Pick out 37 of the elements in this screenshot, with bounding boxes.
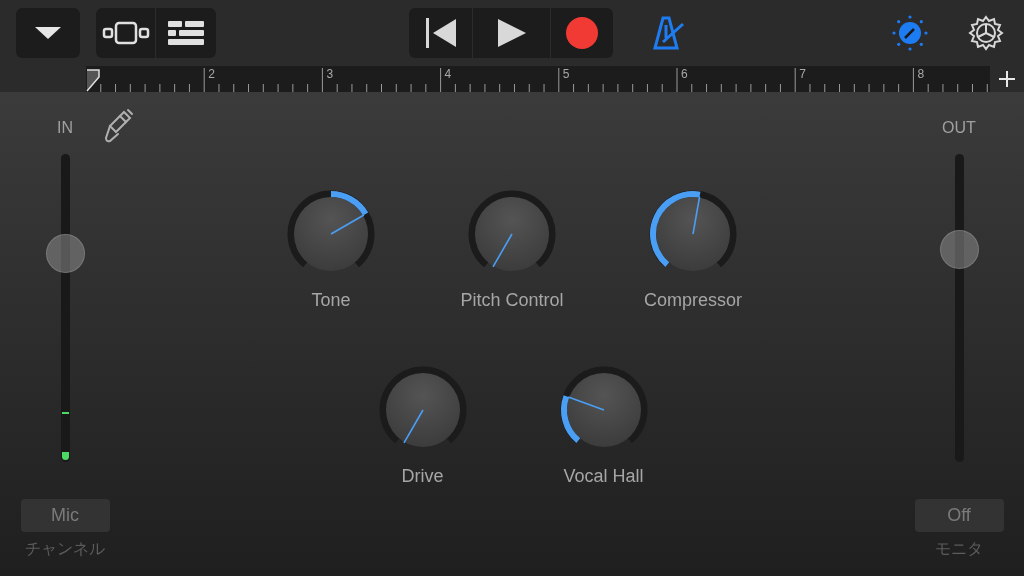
input-source-button[interactable]: Mic (20, 499, 110, 532)
input-slider[interactable] (44, 154, 86, 462)
settings-icon (968, 15, 1004, 51)
bar-number: 3 (326, 67, 334, 81)
skip-back-icon (424, 18, 457, 48)
bar-number: 4 (444, 67, 452, 81)
output-label: OUT (942, 118, 976, 138)
input-caption: チャンネル (25, 538, 105, 560)
slider-thumb[interactable] (45, 233, 85, 273)
playhead-marker-icon (86, 69, 100, 92)
knob-icon (892, 15, 928, 51)
plus-icon (998, 70, 1016, 88)
knob-label: Drive (401, 465, 444, 487)
monitor-caption: モニタ (935, 538, 983, 560)
play-icon (496, 18, 527, 48)
single-view-icon (101, 21, 150, 45)
output-slider[interactable] (938, 154, 980, 462)
knob-label: Compressor (644, 289, 742, 311)
timeline-ruler[interactable]: 2 3 4 5 6 7 8 (86, 66, 990, 92)
bar-number: 8 (917, 67, 925, 81)
meter-level-mark (61, 452, 69, 460)
record-icon (566, 17, 598, 49)
input-label: IN (57, 118, 73, 138)
metronome-icon (653, 16, 685, 50)
monitor-button[interactable]: Off (914, 499, 1004, 532)
bar-number: 7 (799, 67, 806, 81)
caret-down-icon (34, 26, 62, 40)
knob-label: Vocal Hall (563, 465, 644, 487)
bar-number: 6 (681, 67, 688, 81)
bar-number: 5 (562, 67, 570, 81)
track-menu-button[interactable] (16, 8, 80, 58)
meter-peak-mark (61, 412, 69, 414)
slider-thumb[interactable] (939, 230, 979, 270)
knob-label: Pitch Control (460, 289, 564, 311)
tracks-icon (168, 21, 204, 45)
bar-number: 2 (208, 67, 215, 81)
knob-label: Tone (311, 289, 351, 311)
